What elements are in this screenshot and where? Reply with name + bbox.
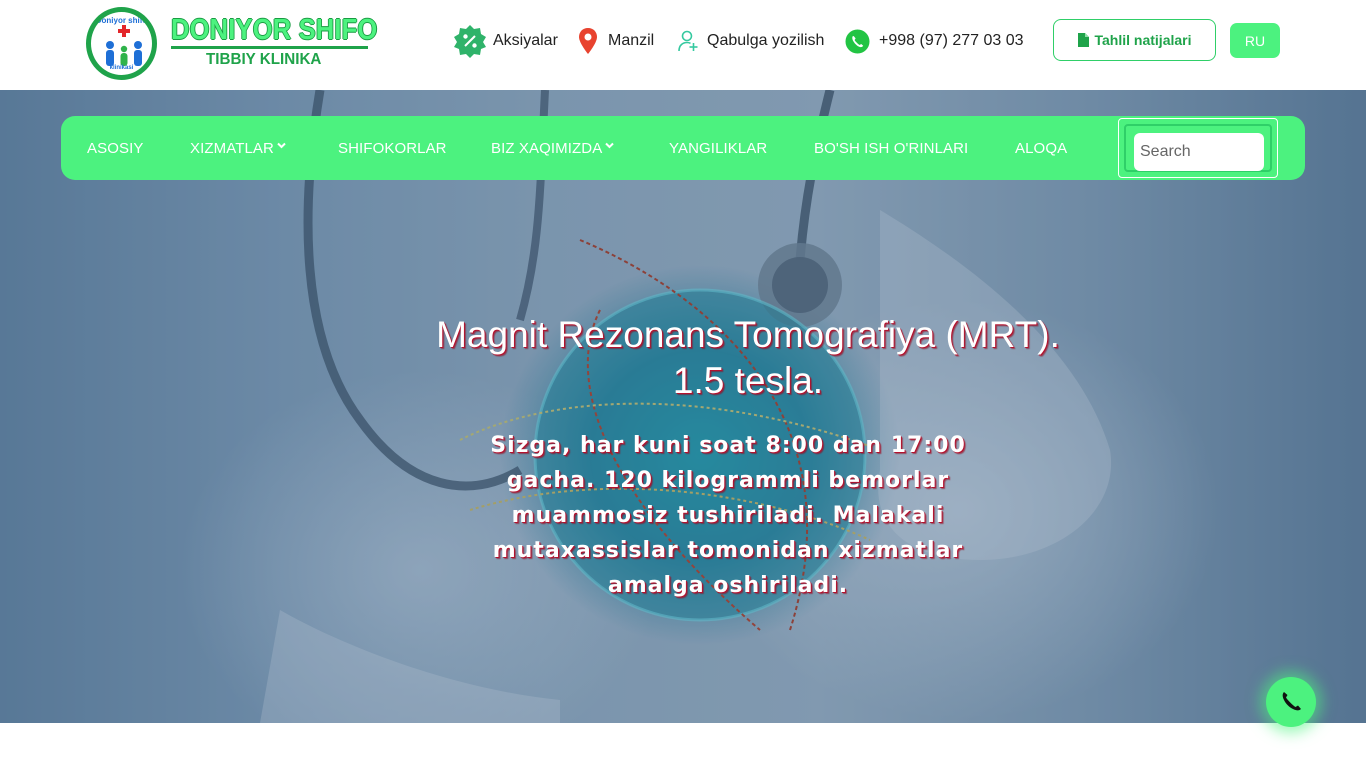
nav-item-label: YANGILIKLAR	[669, 139, 768, 157]
nav-item-label: BIZ XAQIMIZDA	[491, 139, 603, 157]
nav-item-vacancies[interactable]: BO'SH ISH O'RINLARI	[814, 116, 968, 180]
family-icon	[106, 41, 142, 66]
document-icon	[1077, 33, 1089, 47]
brand-subtitle: TIBBIY KLINIKA	[206, 51, 322, 68]
nav-item-services[interactable]: XIZMATLAR	[190, 116, 286, 180]
appointment-link[interactable]: Qabulga yozilish	[678, 24, 824, 58]
nav-item-about[interactable]: BIZ XAQIMIZDA	[491, 116, 615, 180]
location-pin-icon	[578, 27, 598, 55]
logo-text-bottom: klinikasi	[109, 65, 134, 71]
call-button[interactable]	[1266, 677, 1316, 727]
appointment-label: Qabulga yozilish	[707, 32, 825, 49]
phone-link[interactable]: +998 (97) 277 03 03	[845, 24, 1024, 58]
nav-item-label: BO'SH ISH O'RINLARI	[814, 139, 969, 157]
clinic-logo[interactable]: Doniyor shifo klinikasi	[86, 7, 157, 80]
search-frame	[1124, 124, 1272, 172]
language-switch-button[interactable]: RU	[1230, 23, 1280, 58]
phone-label: +998 (97) 277 03 03	[879, 32, 1024, 49]
hero-title: Magnit Rezonans Tomografiya (MRT). 1.5 t…	[436, 314, 1060, 401]
discount-badge-icon	[453, 24, 487, 58]
top-header: Doniyor shifo klinikasi DONIYOR SHIFO TI…	[0, 0, 1366, 90]
nav-item-home[interactable]: ASOSIY	[87, 116, 143, 180]
whatsapp-phone-icon	[845, 29, 870, 54]
lab-results-button[interactable]: Tahlil natijalari	[1053, 19, 1216, 61]
phone-icon	[1282, 692, 1301, 711]
search-box	[1118, 118, 1278, 178]
nav-item-doctors[interactable]: SHIFOKORLAR	[338, 116, 447, 180]
hero-description: Sizga, har kuni soat 8:00 dan 17:00 gach…	[490, 433, 966, 598]
brand-divider	[171, 46, 368, 49]
nav-item-label: XIZMATLAR	[190, 139, 274, 157]
search-input[interactable]	[1134, 133, 1264, 171]
nav-item-label: SHIFOKORLAR	[338, 139, 447, 157]
hero-overlay	[0, 90, 1366, 723]
promotions-link[interactable]: Aksiyalar	[453, 24, 558, 58]
address-link[interactable]: Manzil	[578, 24, 654, 58]
hero-banner: ASOSIY XIZMATLAR SHIFOKORLAR BIZ XAQIMIZ…	[0, 90, 1366, 723]
main-navigation: ASOSIY XIZMATLAR SHIFOKORLAR BIZ XAQIMIZ…	[61, 116, 1305, 180]
address-label: Manzil	[608, 32, 655, 49]
medical-cross-icon	[118, 25, 130, 37]
promotions-label: Aksiyalar	[493, 32, 558, 49]
lab-results-label: Tahlil natijalari	[1094, 32, 1192, 48]
nav-item-contact[interactable]: ALOQA	[1015, 116, 1067, 180]
brand-name[interactable]: DONIYOR SHIFO	[171, 14, 377, 47]
nav-item-news[interactable]: YANGILIKLAR	[669, 116, 767, 180]
nav-item-label: ASOSIY	[87, 139, 144, 157]
add-user-icon	[678, 30, 698, 52]
chevron-down-icon	[277, 142, 286, 148]
logo-text-top: Doniyor shifo	[95, 16, 148, 25]
chevron-down-icon	[605, 142, 615, 148]
nav-item-label: ALOQA	[1015, 139, 1068, 157]
